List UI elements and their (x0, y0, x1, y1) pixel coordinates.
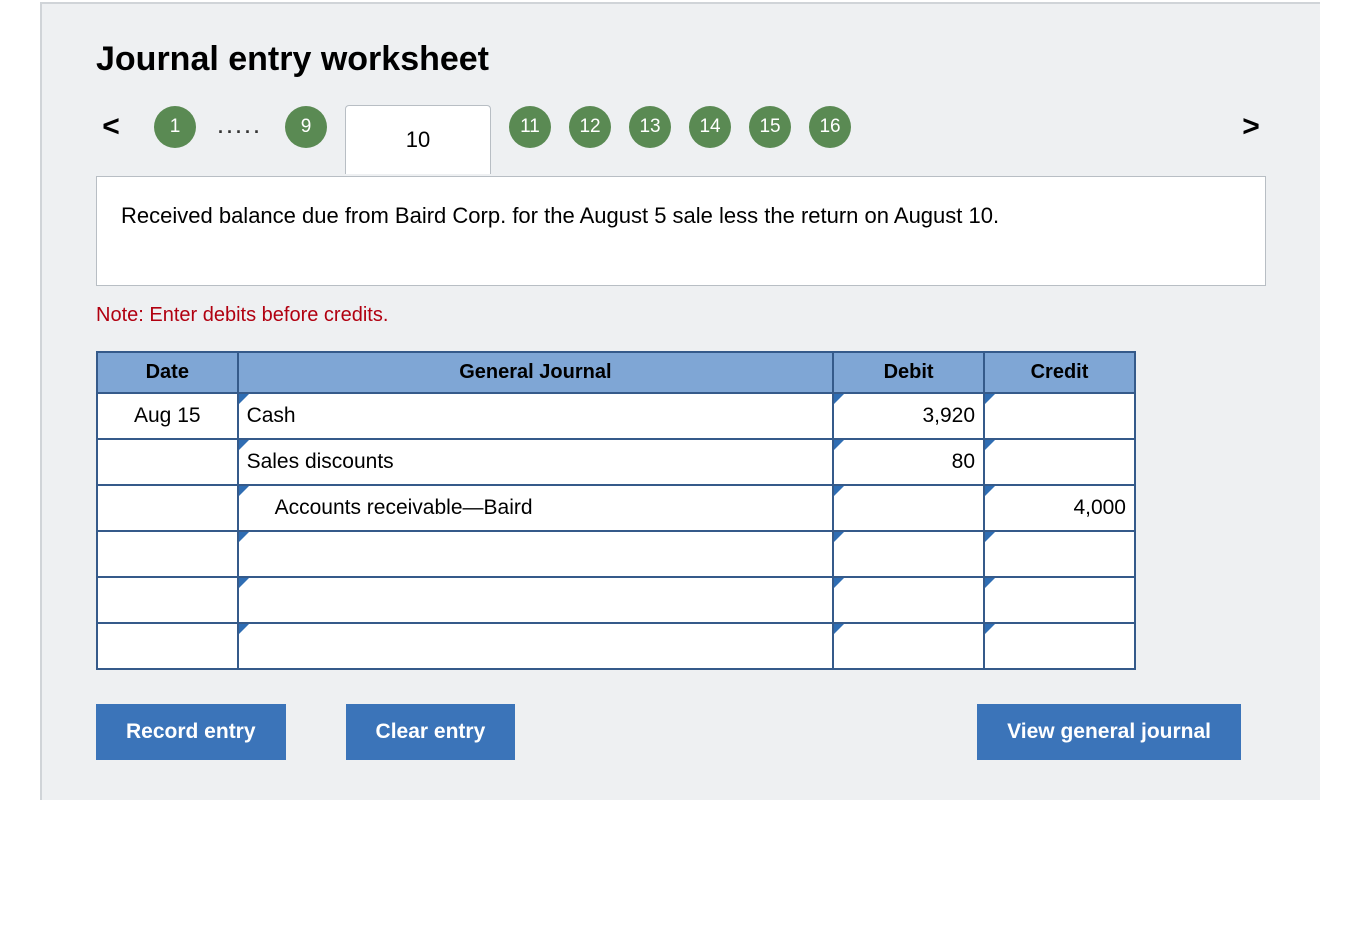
account-cell[interactable] (238, 531, 834, 577)
account-cell[interactable]: Accounts receivable—Baird (238, 485, 834, 531)
record-entry-button[interactable]: Record entry (96, 704, 286, 760)
credit-cell[interactable] (984, 531, 1135, 577)
account-cell[interactable] (238, 623, 834, 669)
page-title: Journal entry worksheet (96, 40, 1266, 79)
clear-entry-button[interactable]: Clear entry (346, 704, 516, 760)
date-cell[interactable] (97, 439, 238, 485)
journal-table: Date General Journal Debit Credit Aug 15… (96, 351, 1136, 670)
tab-1[interactable]: 1 (154, 106, 196, 148)
table-row (97, 531, 1135, 577)
date-cell[interactable] (97, 485, 238, 531)
table-row: Sales discounts80 (97, 439, 1135, 485)
tab-16[interactable]: 16 (809, 106, 851, 148)
credit-cell[interactable] (984, 393, 1135, 439)
tab-13[interactable]: 13 (629, 106, 671, 148)
table-row (97, 623, 1135, 669)
date-cell[interactable] (97, 577, 238, 623)
header-date: Date (97, 352, 238, 393)
table-row: Aug 15Cash3,920 (97, 393, 1135, 439)
header-journal: General Journal (238, 352, 834, 393)
debit-cell[interactable] (833, 623, 984, 669)
worksheet-panel: Journal entry worksheet < 1..... 9 10 11 12 1… (40, 2, 1320, 800)
tab-navigator: < 1..... 9 10 11 12 13 14 15 16 > (96, 97, 1266, 177)
debit-cell[interactable]: 80 (833, 439, 984, 485)
action-bar: Record entry Clear entry View general jo… (96, 704, 1241, 760)
note-text: Note: Enter debits before credits. (96, 304, 1266, 327)
date-cell[interactable] (97, 623, 238, 669)
tab-12[interactable]: 12 (569, 106, 611, 148)
debit-cell[interactable] (833, 485, 984, 531)
debit-cell[interactable] (833, 531, 984, 577)
credit-cell[interactable] (984, 623, 1135, 669)
debit-cell[interactable]: 3,920 (833, 393, 984, 439)
table-row (97, 577, 1135, 623)
account-cell[interactable]: Sales discounts (238, 439, 834, 485)
tab-10[interactable]: 10 (345, 105, 491, 174)
table-row: Accounts receivable—Baird 4,000 (97, 485, 1135, 531)
tab-ellipsis: ..... (218, 117, 263, 138)
prev-arrow[interactable]: < (96, 110, 126, 144)
credit-cell[interactable]: 4,000 (984, 485, 1135, 531)
tab-15[interactable]: 15 (749, 106, 791, 148)
account-cell[interactable]: Cash (238, 393, 834, 439)
tab-9[interactable]: 9 (285, 106, 327, 148)
credit-cell[interactable] (984, 439, 1135, 485)
credit-cell[interactable] (984, 577, 1135, 623)
date-cell[interactable]: Aug 15 (97, 393, 238, 439)
header-credit: Credit (984, 352, 1135, 393)
tab-11[interactable]: 11 (509, 106, 551, 148)
transaction-description: Received balance due from Baird Corp. fo… (96, 176, 1266, 286)
header-debit: Debit (833, 352, 984, 393)
debit-cell[interactable] (833, 577, 984, 623)
next-arrow[interactable]: > (1236, 110, 1266, 144)
view-general-journal-button[interactable]: View general journal (977, 704, 1241, 760)
tab-14[interactable]: 14 (689, 106, 731, 148)
account-cell[interactable] (238, 577, 834, 623)
date-cell[interactable] (97, 531, 238, 577)
